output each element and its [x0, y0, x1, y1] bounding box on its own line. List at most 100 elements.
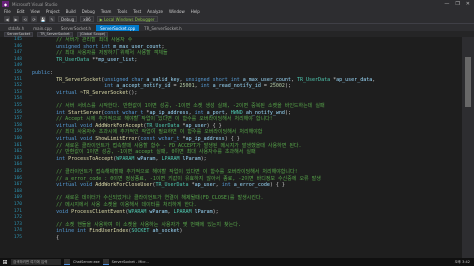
code-area[interactable]: // 서버가 관리할 최대 사용자 수 unsigned short int m… — [32, 37, 462, 258]
code-token: unsigned short int — [185, 76, 243, 83]
back-icon[interactable]: ◀ — [4, 16, 10, 22]
menu-item[interactable]: Help — [191, 9, 200, 14]
code-token: WPARAM — [128, 208, 150, 215]
platform-select[interactable]: x86 — [80, 16, 94, 22]
taskbar: ⊞ 검색하려면 여기에 입력 ChatServer.exe ServerSock… — [0, 258, 474, 266]
undo-icon[interactable]: ⟲ — [22, 16, 28, 22]
code-token: HWND — [230, 109, 246, 116]
code-token: ap_user — [185, 122, 207, 129]
code-line[interactable]: // 소켓 핸들을 사용하여 이 소켓을 사용하는 사용자가 몇 번째에 있는지… — [32, 222, 241, 229]
code-line[interactable]: TR_ServerSocket(unsigned char a_valid_ke… — [32, 77, 375, 84]
menu-item[interactable]: Test — [133, 9, 141, 14]
code-token: // 소켓 핸들을 사용하여 이 소켓을 사용하는 사용자가 몇 번째에 있는지… — [32, 221, 241, 228]
code-token: int — [32, 109, 69, 116]
window-title: Microsoft Visual Studio — [12, 1, 58, 7]
scope-dropdown[interactable]: TR_ServerSocket — [37, 31, 73, 37]
code-line[interactable]: virtual ~TR_ServerSocket(); — [32, 90, 137, 97]
code-line[interactable]: TR_UserData **mp_user_list; — [32, 57, 137, 64]
taskbar-app-icon[interactable] — [102, 259, 109, 265]
code-line[interactable]: // 반환값이 1이면 성공, -1이면 accept 실패, 0이면 최대 사… — [32, 149, 256, 156]
menu-item[interactable]: Project — [46, 9, 60, 14]
line-number: 147 — [13, 50, 22, 56]
code-token: // 최대 사용자를 저장하기 위해서 사용할 객체들 — [32, 50, 168, 57]
line-number: 170 — [13, 202, 22, 207]
taskbar-app-icon[interactable] — [64, 259, 70, 265]
code-line[interactable]: // 서버가 관리할 최대 사용자 수 — [32, 37, 132, 44]
forward-icon[interactable]: ▶ — [13, 16, 19, 22]
line-number: 165 — [13, 169, 22, 174]
scrollbar-thumb[interactable] — [465, 57, 471, 107]
code-line[interactable]: // Accept 시에 추가적으로 해야할 작업이 있다면 이 함수를 오버라… — [32, 116, 273, 123]
code-line[interactable]: virtual void AddWorkForCloseUser(TR_User… — [32, 182, 285, 189]
code-token: ); — [212, 208, 219, 215]
code-token: const wchar_t — [104, 109, 147, 116]
save-icon[interactable]: 💾 — [40, 16, 46, 22]
taskbar-app-label[interactable]: ServerSocket - Micr... — [112, 260, 149, 264]
menu-item[interactable]: Analyze — [147, 9, 163, 14]
code-line[interactable]: // 서버 서비스를 시작한다. 반환값이 1이면 성공, -1이면 소켓 생성… — [32, 103, 324, 110]
redo-icon[interactable]: ⟳ — [31, 16, 37, 22]
code-token: SOCKET — [131, 228, 153, 235]
document-tabs: stdafx.h main.cpp ServerSocket.h ServerSock… — [0, 24, 474, 31]
menu-item[interactable]: Team — [101, 9, 112, 14]
menu-item[interactable]: Window — [169, 9, 185, 14]
menu-item[interactable]: Tools — [117, 9, 127, 14]
code-token: // 반환값이 1이면 성공, -1이면 accept 실패, 0이면 최대 사… — [32, 149, 256, 156]
code-token: lParam — [182, 155, 201, 162]
code-line[interactable]: { — [32, 235, 59, 242]
project-dropdown[interactable]: ServerSocket — [4, 31, 34, 37]
code-token: wParam — [149, 208, 168, 215]
code-token: ); — [284, 83, 291, 90]
menu-item[interactable]: View — [30, 9, 40, 14]
taskbar-search-input[interactable]: 검색하려면 여기에 입력 — [11, 259, 61, 265]
code-token: // 최대 사용자수 초과시에 추가적인 작업이 필요하면 이 함수를 오버라이… — [32, 129, 263, 136]
code-line[interactable]: // a_error_code : 0이면 정상종료, -1이면 키값이 유효하… — [32, 176, 321, 183]
menu-item[interactable]: Debug — [82, 9, 95, 14]
code-token: // Accept 시에 추가적으로 해야할 작업이 있다면 이 함수를 오버라… — [32, 116, 273, 123]
menu-item[interactable]: File — [4, 9, 11, 14]
line-number: 154 — [13, 96, 22, 102]
start-debugging-button[interactable]: ▶ Local Windows Debugger — [96, 16, 158, 22]
code-token: : — [50, 70, 54, 76]
code-line[interactable]: // 최대 사용자를 저장하기 위해서 사용할 객체들 — [32, 50, 168, 57]
code-token: wParam — [137, 155, 156, 162]
code-line[interactable]: // 클라이언트가 접속해제할때 추가적으로 해야할 작업이 있다면 이 함수를… — [32, 169, 298, 176]
code-token: void — [32, 208, 72, 215]
code-line[interactable]: // 메시지에서 사용 소켓을 이용해서 데이터를 처리하게 한다. — [32, 202, 197, 209]
code-line[interactable]: int a_accept_notify_id = 25001, int a_re… — [32, 83, 291, 90]
maximize-button[interactable]: ❐ — [455, 1, 459, 7]
code-token: int — [104, 83, 117, 90]
code-line[interactable]: void ProcessClientEvent(WPARAM wParam, L… — [32, 209, 219, 216]
code-token: AddWorkForAccept — [95, 122, 144, 129]
code-token: ap_user — [194, 182, 216, 189]
minimize-button[interactable]: — — [444, 1, 449, 7]
code-line[interactable]: // 최대 사용자수 초과시에 추가적인 작업이 필요하면 이 함수를 오버라이… — [32, 129, 262, 136]
code-line[interactable]: inline int FindUserIndex(SOCKET ah_socke… — [32, 228, 182, 235]
menu-item[interactable]: Edit — [17, 9, 25, 14]
code-line[interactable]: virtual void ShowLimitError(const wchar_… — [32, 136, 240, 143]
code-token: ShowLimitError — [95, 136, 138, 142]
code-token: lParam — [194, 208, 213, 215]
configuration-select[interactable]: Debug — [58, 16, 78, 22]
vertical-scrollbar[interactable] — [462, 37, 474, 258]
visual-studio-logo-icon: ◆ — [2, 1, 9, 7]
line-number: 167 — [13, 182, 22, 188]
windows-start-icon[interactable]: ⊞ — [2, 259, 8, 266]
member-dropdown[interactable]: (Global Scope) — [76, 31, 109, 37]
code-line[interactable]: // 새로운 데이터가 수신되었거나 클라이언트가 연결이 해제될때(FD_CL… — [32, 195, 263, 202]
taskbar-app-label[interactable]: ChatServer.exe — [73, 260, 100, 264]
close-button[interactable]: ✕ — [466, 1, 470, 7]
code-token: ap_user_data — [336, 76, 373, 83]
code-line[interactable]: int ProcessToAccept(WPARAM wParam, LPARA… — [32, 156, 207, 163]
code-token: LPARAM — [161, 155, 183, 162]
menu-item[interactable]: Build — [66, 9, 76, 14]
code-token: a_error_code — [233, 182, 270, 189]
edit-icon[interactable]: ✎ — [49, 16, 55, 22]
line-number: 149 — [13, 63, 22, 69]
code-line[interactable]: public: — [32, 70, 53, 77]
code-token: a_max_user_count — [242, 76, 291, 83]
code-token: ) { } — [206, 122, 222, 129]
toolbar: ◀ ▶ ⟲ ⟳ 💾 ✎ Debug x86 ▶ Local Windows De… — [0, 15, 474, 24]
code-editor[interactable]: 145 146 147 148 149 150 151 152 153 154 155 156 157 1… — [0, 37, 474, 258]
